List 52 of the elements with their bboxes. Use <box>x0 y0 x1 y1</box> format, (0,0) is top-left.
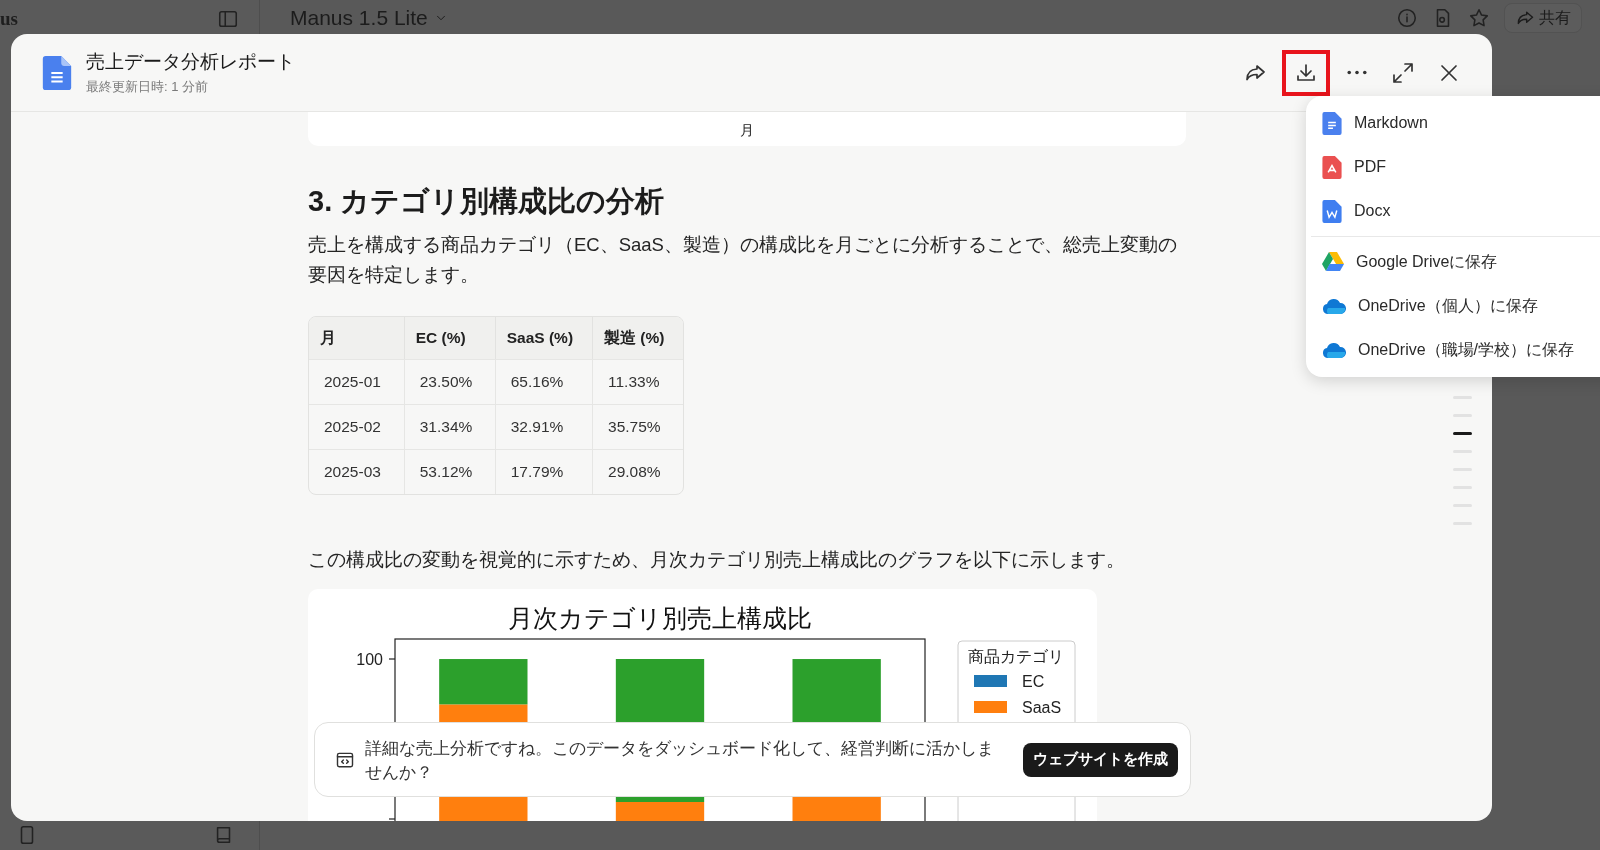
menu-item[interactable]: Google Driveに保存 <box>1306 240 1600 284</box>
table-cell: 32.91% <box>495 404 594 449</box>
paragraph: 売上を構成する商品カテゴリ（EC、SaaS、製造）の構成比を月ごとに分析することで、総売上変動の要因を特定します。 <box>308 233 1178 287</box>
cloud-icon <box>1322 342 1346 358</box>
table-cell: 35.75% <box>593 404 683 449</box>
column-header: EC (%) <box>404 317 496 359</box>
cloud-icon <box>1322 298 1346 314</box>
table-cell: 53.12% <box>404 449 496 494</box>
menu-item[interactable]: Markdown <box>1306 101 1600 145</box>
column-header: 月 <box>309 317 405 359</box>
last-updated-text: 最終更新日時: 1 分前 <box>86 78 210 96</box>
menu-item[interactable]: PDF <box>1306 145 1600 189</box>
table-cell: 65.16% <box>495 359 594 404</box>
table-cell: 11.33% <box>593 359 683 404</box>
document-title: 売上データ分析レポート <box>86 50 295 74</box>
download-button[interactable] <box>1282 49 1330 96</box>
table-cell: 31.34% <box>404 404 496 449</box>
table-cell: 2025-02 <box>309 404 405 449</box>
column-header: SaaS (%) <box>495 317 594 359</box>
legend-title: 商品カテゴリ <box>968 648 1064 665</box>
star-icon <box>1468 7 1490 29</box>
table-cell: 29.08% <box>593 449 683 494</box>
section-heading: 3. カテゴリ別構成比の分析 <box>308 184 666 219</box>
tick-mark <box>388 818 396 820</box>
chart-title: 月次カテゴリ別売上構成比 <box>508 604 812 632</box>
create-website-button[interactable]: ウェブサイトを作成 <box>1023 742 1178 777</box>
expand-icon <box>1391 60 1415 85</box>
table-cell: 23.50% <box>404 359 496 404</box>
table-cell: 17.79% <box>495 449 594 494</box>
menu-item[interactable]: Docx <box>1306 189 1600 233</box>
sidebar-toggle-icon <box>217 8 239 30</box>
table-cell: 2025-01 <box>309 359 405 404</box>
menu-item[interactable]: OneDrive（個人）に保存 <box>1306 284 1600 328</box>
document-icon <box>41 55 73 90</box>
paragraph: この構成比の変動を視覚的に示すため、月次カテゴリ別売上構成比のグラフを以下に示します。 <box>308 548 1126 572</box>
logo-fragment: us <box>0 8 18 30</box>
suggestion-text: 詳細な売上分析ですね。このデータをダッシュボード化して、経営判断に活かしませんか？ <box>365 737 995 783</box>
legend-label: EC <box>1022 673 1045 690</box>
outline-mark[interactable] <box>1453 432 1472 435</box>
document-icon <box>1322 111 1342 135</box>
word-file-icon <box>1322 199 1342 223</box>
legend-label: SaaS <box>1022 699 1062 716</box>
column-header: 製造 (%) <box>593 317 683 359</box>
more-icon <box>1347 70 1367 75</box>
drive-triangle-icon <box>1322 252 1344 272</box>
axis-label: 月 <box>740 122 754 140</box>
info-icon <box>1396 7 1418 29</box>
pdf-file-icon <box>1322 155 1342 179</box>
table-cell: 2025-03 <box>309 449 405 494</box>
tick-mark <box>388 658 396 660</box>
menu-item[interactable]: OneDrive（職場/学校）に保存 <box>1306 328 1600 372</box>
y-tick-label: 100 <box>356 651 383 668</box>
